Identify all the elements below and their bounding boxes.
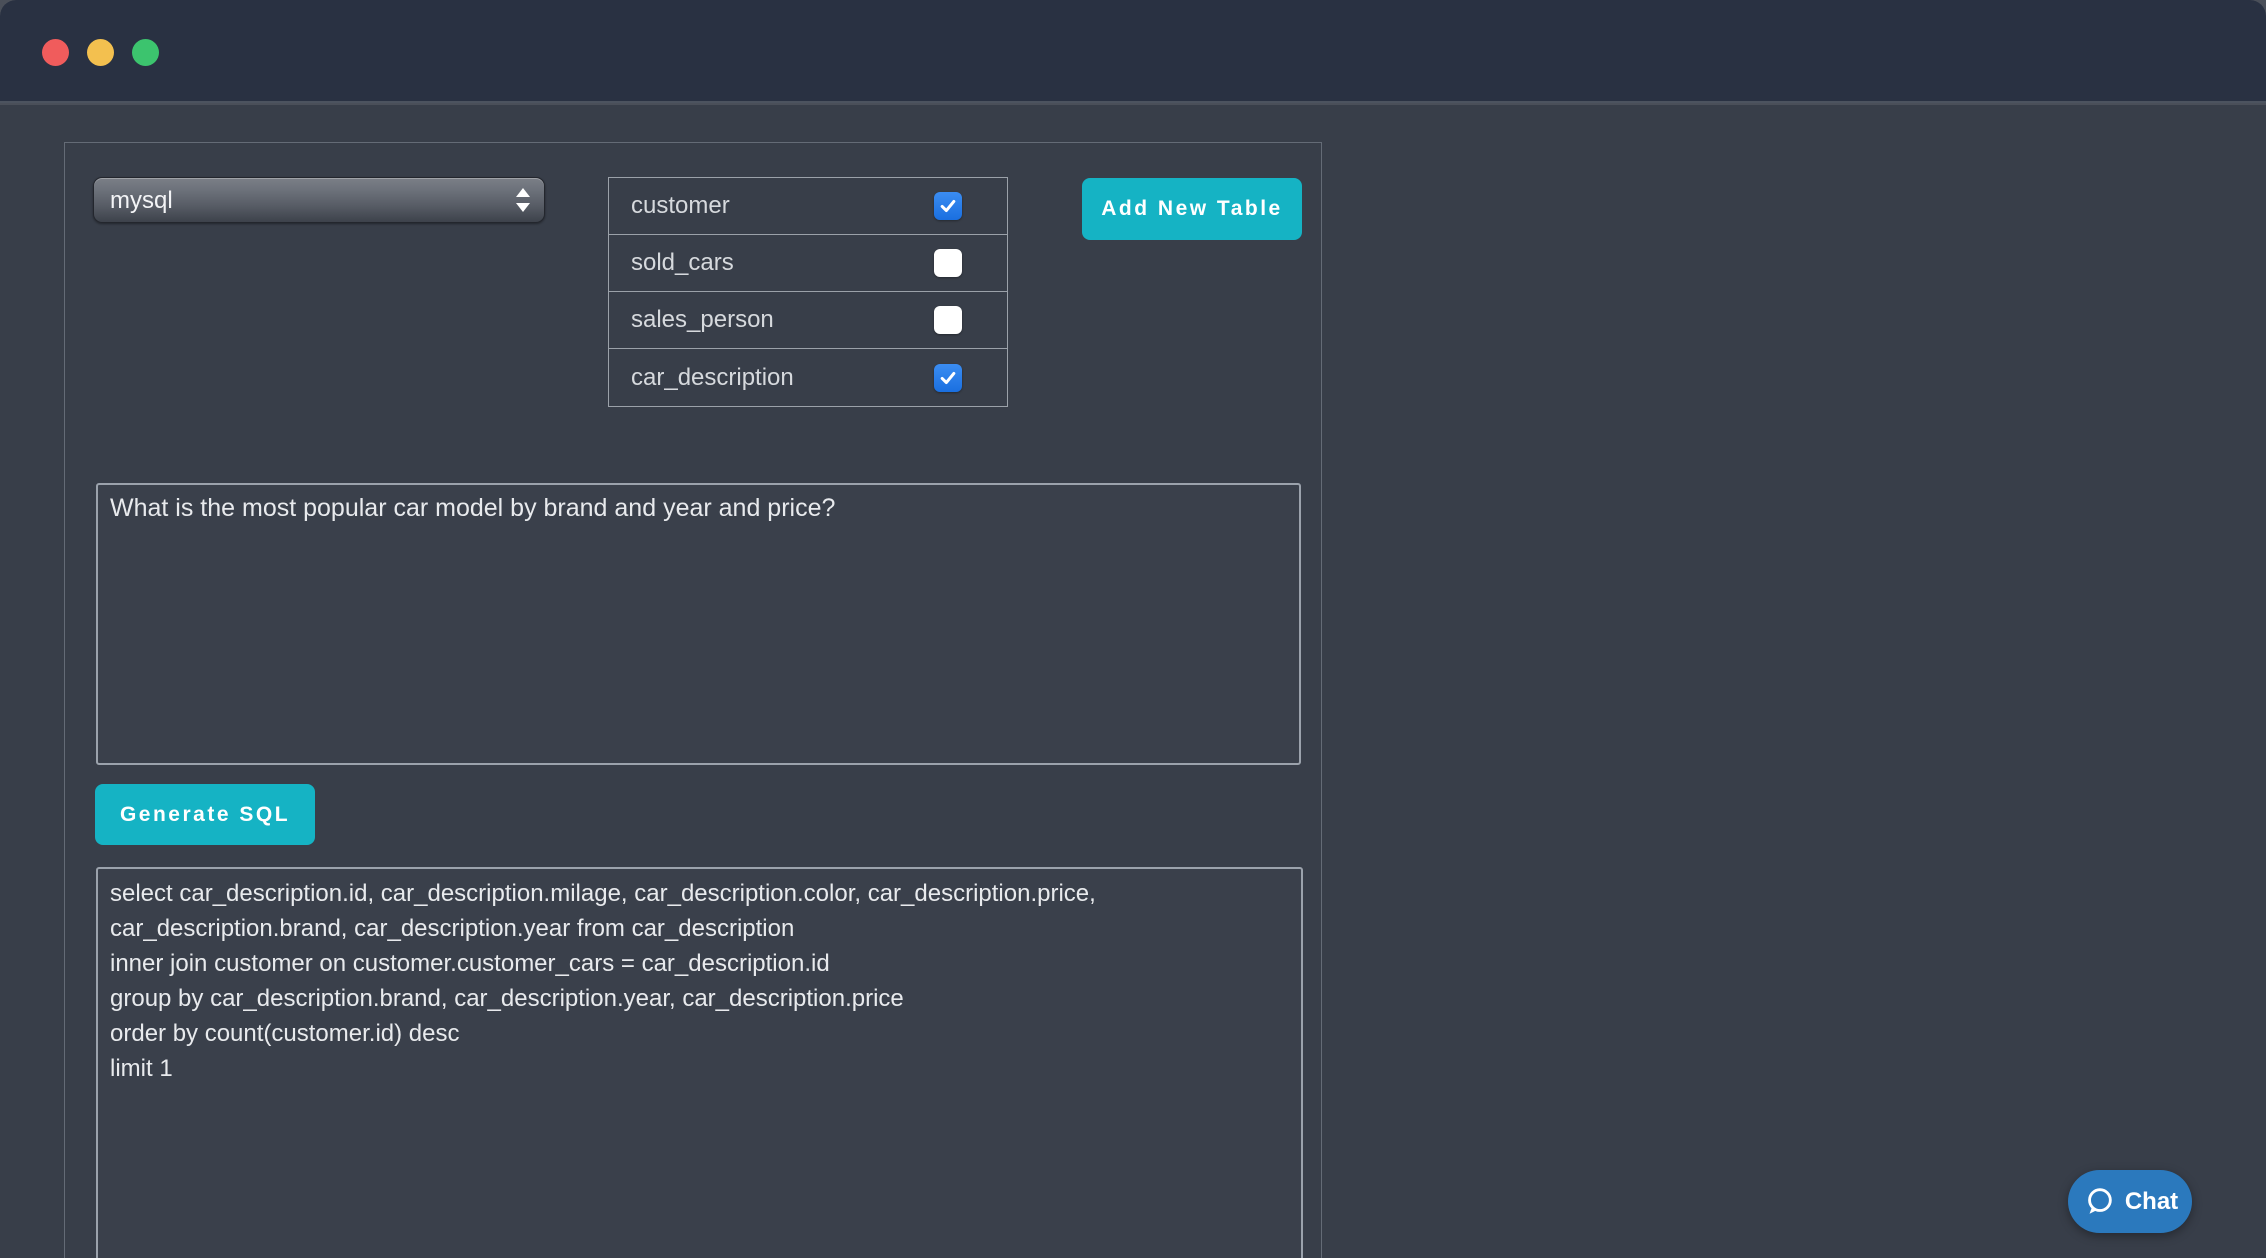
main-content: mysql customer sold_cars sales_person	[0, 105, 2266, 1258]
question-input[interactable]: What is the most popular car model by br…	[96, 483, 1301, 765]
maximize-window-button[interactable]	[132, 39, 159, 66]
database-select[interactable]: mysql	[93, 177, 545, 223]
chat-bubble-icon	[2082, 1185, 2116, 1219]
table-checkbox[interactable]	[934, 306, 962, 334]
database-select-wrap: mysql	[93, 177, 545, 223]
minimize-window-button[interactable]	[87, 39, 114, 66]
add-new-table-button[interactable]: Add New Table	[1082, 178, 1302, 240]
table-row: sales_person	[609, 292, 1007, 349]
table-row: customer	[609, 178, 1007, 235]
table-name-label: customer	[631, 192, 730, 220]
table-checkbox[interactable]	[934, 364, 962, 392]
app-window: mysql customer sold_cars sales_person	[0, 0, 2266, 1258]
table-row: sold_cars	[609, 235, 1007, 292]
table-row: car_description	[609, 349, 1007, 406]
check-icon	[938, 196, 958, 216]
titlebar	[0, 0, 2266, 103]
generate-sql-button[interactable]: Generate SQL	[95, 784, 315, 845]
close-window-button[interactable]	[42, 39, 69, 66]
window-controls	[42, 39, 159, 66]
sql-output[interactable]: select car_description.id, car_descripti…	[96, 867, 1303, 1258]
table-name-label: sales_person	[631, 306, 774, 334]
chat-button-label: Chat	[2125, 1188, 2178, 1216]
chat-button[interactable]: Chat	[2068, 1170, 2192, 1233]
table-checkbox[interactable]	[934, 192, 962, 220]
table-checkbox[interactable]	[934, 249, 962, 277]
check-icon	[938, 368, 958, 388]
table-name-label: car_description	[631, 364, 794, 392]
table-list: customer sold_cars sales_person car_desc…	[608, 177, 1008, 407]
table-name-label: sold_cars	[631, 249, 734, 277]
